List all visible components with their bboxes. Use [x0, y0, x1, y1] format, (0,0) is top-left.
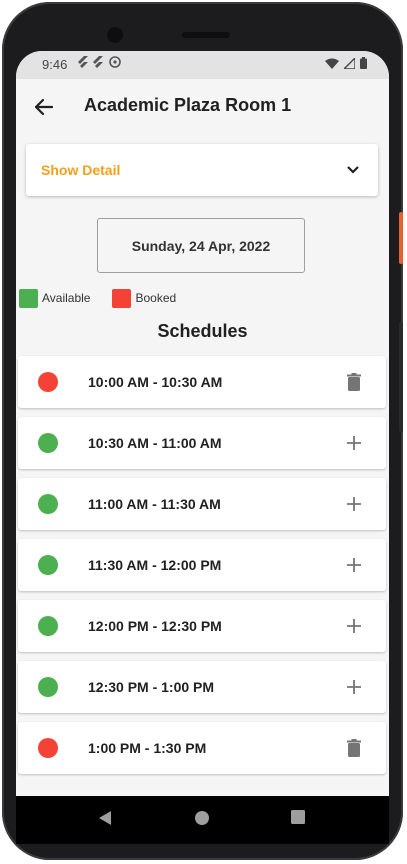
schedules-heading: Schedules — [157, 321, 248, 341]
delete-booking-button[interactable] — [342, 736, 366, 760]
earpiece-speaker — [182, 32, 230, 38]
schedule-slot[interactable]: 12:30 PM - 1:00 PM — [18, 661, 386, 713]
nav-recents-icon[interactable] — [291, 810, 305, 824]
legend-booked: Booked — [112, 288, 177, 308]
add-booking-button[interactable] — [342, 675, 366, 699]
add-icon — [347, 436, 361, 450]
flutter-icon — [78, 56, 88, 68]
legend: Available Booked — [19, 288, 198, 308]
delete-booking-button[interactable] — [342, 370, 366, 394]
page-title: Academic Plaza Room 1 — [84, 95, 292, 115]
legend-available-label: Available — [42, 291, 91, 305]
show-detail-panel[interactable]: Show Detail — [26, 144, 378, 196]
date-picker-button[interactable]: Sunday, 24 Apr, 2022 — [97, 218, 305, 273]
slot-time: 12:30 PM - 1:00 PM — [88, 679, 215, 695]
add-booking-button[interactable] — [342, 492, 366, 516]
delete-icon — [347, 373, 361, 391]
schedule-slot[interactable]: 10:00 AM - 10:30 AM — [18, 356, 386, 408]
wifi-icon — [325, 58, 339, 69]
power-button — [399, 212, 403, 264]
battery-icon — [360, 57, 367, 69]
schedule-slot[interactable]: 10:30 AM - 11:00 AM — [18, 417, 386, 469]
slot-time: 11:00 AM - 11:30 AM — [88, 496, 221, 512]
available-swatch — [19, 288, 38, 308]
available-status-dot — [38, 494, 58, 514]
booked-status-dot — [38, 738, 58, 758]
add-booking-button[interactable] — [342, 431, 366, 455]
schedule-slot[interactable]: 11:00 AM - 11:30 AM — [18, 478, 386, 530]
slot-time: 10:30 AM - 11:00 AM — [88, 435, 222, 451]
available-status-dot — [38, 555, 58, 575]
front-camera — [107, 27, 123, 43]
booked-status-dot — [38, 372, 58, 392]
app-screen: 9:46 Academic Plaza Room 1 Show Detail S… — [16, 51, 389, 844]
status-bar: 9:46 — [16, 51, 389, 79]
legend-booked-label: Booked — [135, 291, 177, 305]
chevron-down-icon — [346, 162, 360, 180]
nav-back-icon[interactable] — [98, 810, 112, 826]
signal-icon — [344, 57, 355, 69]
notification-icons — [78, 56, 121, 71]
show-detail-label: Show Detail — [41, 162, 121, 178]
booked-swatch — [112, 288, 132, 308]
schedule-slot[interactable]: 11:30 AM - 12:00 PM — [18, 539, 386, 591]
app-bar: Academic Plaza Room 1 — [16, 79, 389, 135]
back-button[interactable] — [28, 91, 60, 123]
slot-time: 1:00 PM - 1:30 PM — [88, 740, 207, 756]
navigation-bar — [16, 796, 389, 844]
legend-available: Available — [19, 288, 91, 308]
add-booking-button[interactable] — [342, 553, 366, 577]
add-icon — [347, 680, 361, 694]
no-disturb-icon — [108, 56, 121, 68]
available-status-dot — [38, 433, 58, 453]
add-icon — [347, 558, 361, 572]
add-booking-button[interactable] — [342, 614, 366, 638]
slot-time: 11:30 AM - 12:00 PM — [88, 557, 222, 573]
status-time: 9:46 — [42, 57, 68, 72]
delete-icon — [347, 739, 361, 757]
nav-home-icon[interactable] — [194, 810, 210, 826]
slot-time: 10:00 AM - 10:30 AM — [88, 374, 223, 390]
flutter-icon — [93, 56, 104, 68]
schedule-slot[interactable]: 1:00 PM - 1:30 PM — [18, 722, 386, 774]
system-icons — [325, 57, 367, 69]
volume-button — [399, 322, 403, 432]
available-status-dot — [38, 616, 58, 636]
arrow-back-icon — [35, 99, 53, 115]
add-icon — [347, 497, 361, 511]
schedule-slot[interactable]: 12:00 PM - 12:30 PM — [18, 600, 386, 652]
add-icon — [347, 619, 361, 633]
available-status-dot — [38, 677, 58, 697]
slot-time: 12:00 PM - 12:30 PM — [88, 618, 222, 634]
